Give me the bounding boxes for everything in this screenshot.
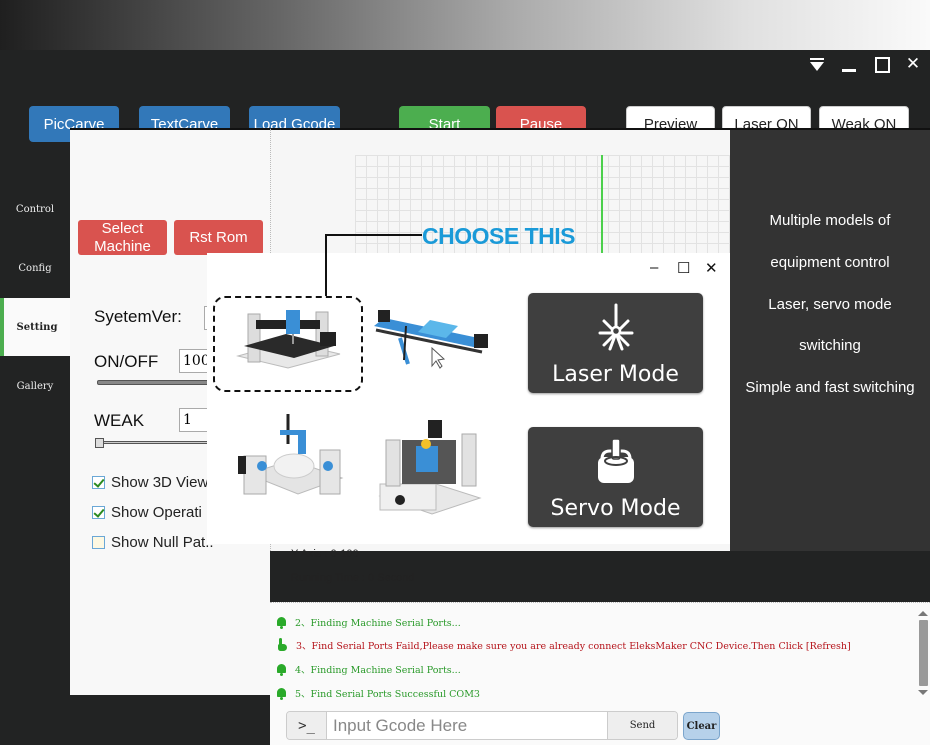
log-entry: 3、Find Serial Ports Faild,Please make su… — [276, 638, 851, 652]
bell-icon — [276, 687, 287, 700]
info-line: Multiple models of — [769, 212, 891, 229]
close-icon[interactable]: ✕ — [902, 54, 924, 74]
send-button[interactable]: Send — [607, 712, 677, 739]
terminal-prompt-icon: >_ — [287, 712, 327, 739]
info-line: Laser, servo mode — [768, 296, 892, 313]
weak-slider-thumb[interactable] — [95, 438, 104, 448]
rst-rom-button[interactable]: Rst Rom — [174, 220, 263, 255]
feature-info-panel: Multiple models of equipment control Las… — [730, 128, 930, 551]
log-text: 4、Finding Machine Serial Ports... — [295, 665, 461, 676]
log-text: 3、Find Serial Ports Faild,Please make su… — [296, 641, 851, 652]
on-off-label: ON/OFF — [94, 352, 159, 371]
annotation-line — [325, 234, 422, 236]
dialog-minimize-icon[interactable]: – — [650, 259, 658, 276]
log-entry: 2、Finding Machine Serial Ports... — [276, 615, 461, 629]
maximize-icon[interactable] — [870, 54, 892, 74]
checkbox-label: Show Operati — [111, 504, 202, 521]
top-gradient-banner — [0, 0, 930, 50]
minimize-icon[interactable] — [838, 54, 860, 74]
machine-cnc-mill[interactable] — [372, 418, 488, 522]
scroll-thumb[interactable] — [918, 620, 928, 686]
sidebar-item-control[interactable]: Control — [0, 180, 70, 238]
sidebar-item-setting[interactable]: Setting — [0, 298, 70, 356]
checkbox-checked[interactable] — [92, 506, 105, 519]
sidebar-item-config[interactable]: Config — [0, 239, 70, 297]
dropdown-menu-icon[interactable] — [806, 54, 828, 74]
servo-mode-label: Servo Mode — [550, 496, 681, 521]
machine-egg-bot[interactable] — [238, 414, 348, 510]
log-entry: 5、Find Serial Ports Successful COM3 — [276, 686, 480, 700]
y-axis-label: Y Axis : 0-100 — [291, 548, 359, 560]
scroll-up-icon[interactable] — [918, 611, 928, 616]
log-text: 2、Finding Machine Serial Ports... — [295, 618, 461, 629]
laser-icon — [598, 303, 633, 351]
dialog-close-icon[interactable]: ✕ — [705, 259, 718, 277]
show-null-path-checkbox[interactable]: Show Null Pat.. — [92, 534, 214, 551]
dialog-maximize-icon[interactable]: ☐ — [677, 259, 690, 277]
laser-mode-label: Laser Mode — [552, 362, 679, 387]
choose-this-annotation: CHOOSE THIS — [422, 223, 575, 249]
weak-label: WEAK — [94, 411, 145, 430]
show-operation-checkbox[interactable]: Show Operati — [92, 504, 202, 521]
select-machine-button[interactable]: Select Machine — [78, 220, 167, 255]
selected-machine-outline — [213, 296, 363, 392]
sidebar-item-gallery[interactable]: Gallery — [0, 357, 70, 415]
log-entry: 4、Finding Machine Serial Ports... — [276, 662, 461, 676]
hand-pointer-icon — [276, 638, 288, 652]
scroll-down-icon[interactable] — [918, 690, 928, 695]
running-time-label: Running Time : 0 Second — [291, 572, 415, 584]
laser-mode-button[interactable]: Laser Mode — [528, 293, 703, 393]
info-line: equipment control — [770, 254, 890, 271]
sidebar: Control Config Setting Gallery — [0, 178, 70, 745]
system-ver-label: SyetemVer: — [94, 307, 182, 326]
window-controls: ✕ — [806, 54, 924, 74]
checkbox-label: Show Null Pat.. — [111, 534, 214, 551]
stepper-motor-icon — [597, 438, 634, 483]
on-off-slider[interactable] — [97, 380, 212, 385]
show-3d-view-checkbox[interactable]: Show 3D View — [92, 474, 208, 491]
servo-mode-button[interactable]: Servo Mode — [528, 427, 703, 527]
bell-icon — [276, 663, 287, 676]
weak-slider-track[interactable] — [97, 441, 212, 444]
checkbox-checked[interactable] — [92, 476, 105, 489]
machine-xy-plotter[interactable] — [370, 306, 495, 376]
bell-icon — [276, 616, 287, 629]
clear-button[interactable]: Clear — [683, 712, 720, 740]
info-line: switching — [799, 337, 861, 354]
checkbox-unchecked[interactable] — [92, 536, 105, 549]
info-line: Simple and fast switching — [745, 379, 915, 396]
console-scrollbar[interactable] — [918, 609, 928, 709]
log-text: 5、Find Serial Ports Successful COM3 — [295, 689, 480, 700]
annotation-line — [325, 234, 327, 296]
checkbox-label: Show 3D View — [111, 474, 209, 491]
gcode-input-group: >_ Send — [286, 711, 678, 740]
gcode-input[interactable] — [327, 712, 607, 739]
